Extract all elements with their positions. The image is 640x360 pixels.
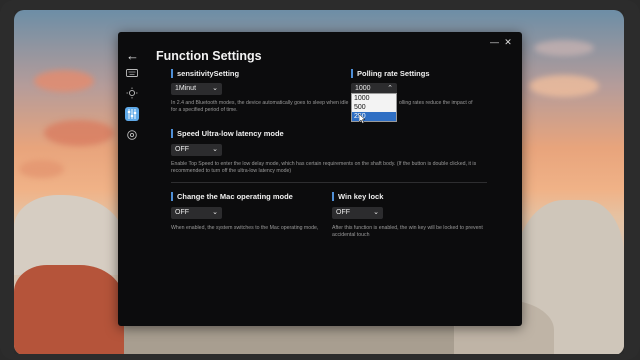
- sensitivity-heading: sensitivitySetting: [171, 69, 239, 78]
- polling-heading: Polling rate Settings: [351, 69, 430, 78]
- page-title: Function Settings: [156, 49, 262, 63]
- chevron-down-icon: ⌄: [212, 146, 218, 153]
- speed-description: Enable Top Speed to enter the low delay …: [171, 161, 477, 174]
- win-key-lock-description: After this function is enabled, the win …: [332, 225, 483, 238]
- keyboard-icon[interactable]: [125, 66, 139, 80]
- win-key-lock-value: OFF: [336, 209, 350, 216]
- polling-option-500[interactable]: 500: [352, 103, 396, 112]
- polling-option-1000[interactable]: 1000: [352, 94, 396, 103]
- speed-select[interactable]: OFF ⌄: [171, 144, 222, 156]
- back-arrow-icon[interactable]: ←: [126, 48, 139, 63]
- gear-icon[interactable]: [125, 128, 139, 142]
- sensitivity-select[interactable]: 1Minut ⌄: [171, 83, 222, 95]
- close-icon[interactable]: ✕: [504, 37, 512, 47]
- sliders-icon[interactable]: [125, 107, 139, 121]
- sensitivity-description: In 2.4 and Bluetooth modes, the device a…: [171, 100, 349, 113]
- mac-mode-select[interactable]: OFF ⌄: [171, 207, 222, 219]
- lighting-icon[interactable]: [125, 86, 139, 100]
- polling-value: 1000: [355, 85, 371, 92]
- speed-heading: Speed Ultra-low latency mode: [171, 129, 284, 138]
- minimize-icon[interactable]: —: [490, 37, 499, 47]
- polling-description: olling rates reduce the impact of: [399, 100, 473, 106]
- mac-mode-heading: Change the Mac operating mode: [171, 192, 293, 201]
- chevron-down-icon: ⌄: [373, 209, 379, 216]
- speed-value: OFF: [175, 146, 189, 153]
- sensitivity-value: 1Minut: [175, 85, 197, 92]
- chevron-down-icon: ⌄: [212, 85, 218, 92]
- function-settings-window: — ✕ ← Function Settings sensitivitySetti…: [118, 32, 522, 326]
- chevron-down-icon: ⌄: [212, 209, 218, 216]
- win-key-lock-select[interactable]: OFF ⌄: [332, 207, 383, 219]
- win-key-lock-heading: Win key lock: [332, 192, 383, 201]
- mouse-cursor-icon: [359, 114, 366, 124]
- mac-mode-value: OFF: [175, 209, 189, 216]
- section-divider: [171, 182, 487, 183]
- polling-dropdown-menu[interactable]: 1000 500 250: [351, 93, 397, 122]
- window-controls: — ✕: [490, 37, 512, 47]
- mac-mode-description: When enabled, the system switches to the…: [171, 225, 319, 231]
